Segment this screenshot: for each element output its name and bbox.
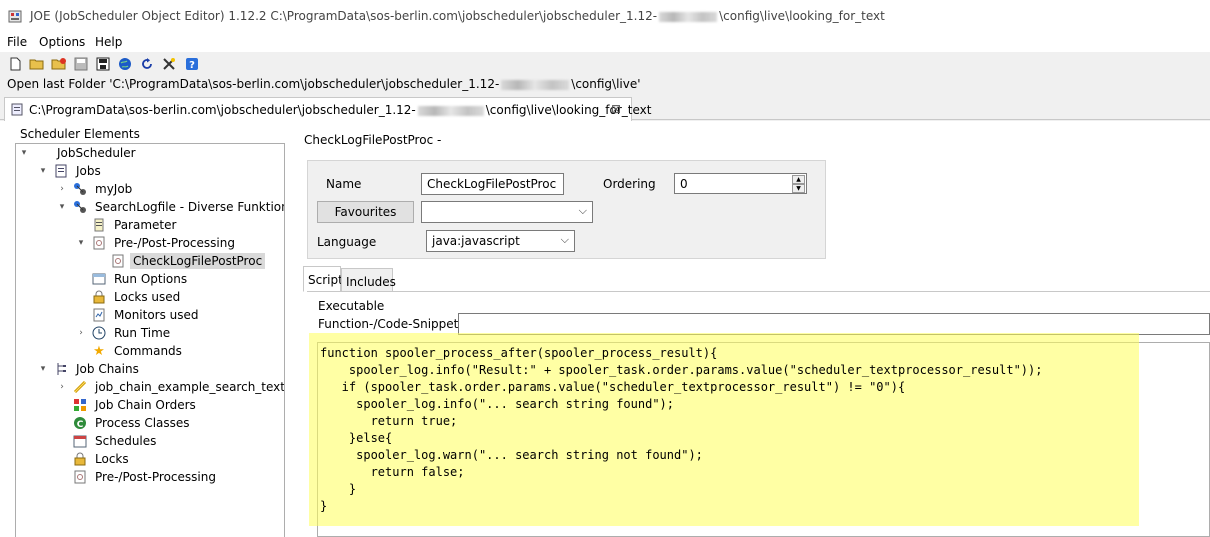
save-icon[interactable] bbox=[73, 56, 89, 72]
lock-icon bbox=[92, 290, 106, 304]
job-icon bbox=[73, 200, 87, 214]
chevron-down-icon: ⌵ bbox=[578, 204, 587, 217]
collapse-arrow-icon[interactable]: ▾ bbox=[57, 202, 67, 212]
executable-label: Executable bbox=[318, 299, 385, 313]
properties-group: Name CheckLogFilePostProc Ordering 0 ▲ ▼ … bbox=[307, 160, 826, 259]
monitor-icon bbox=[92, 308, 106, 322]
tree-node-job-chains[interactable]: ▾ Job Chains bbox=[38, 360, 142, 378]
editor-tab-label: C:\ProgramData\sos-berlin.com\jobschedul… bbox=[29, 103, 652, 117]
help-icon[interactable]: ? bbox=[184, 56, 200, 72]
snippets-field[interactable] bbox=[458, 313, 1210, 335]
tree-node-checklogfilepostproc[interactable]: CheckLogFilePostProc bbox=[95, 252, 266, 270]
orders-icon bbox=[73, 398, 87, 412]
panel-title: CheckLogFilePostProc - bbox=[304, 133, 442, 147]
tree-node-run-time[interactable]: › Run Time bbox=[76, 324, 173, 342]
panel-title: Scheduler Elements bbox=[20, 127, 140, 141]
menubar: File Options Help bbox=[0, 32, 1210, 52]
new-file-icon[interactable] bbox=[7, 56, 23, 72]
clock-icon bbox=[92, 326, 106, 340]
snippets-label: Function-/Code-Snippets bbox=[318, 317, 465, 331]
language-dropdown[interactable]: java:javascript ⌵ bbox=[426, 230, 575, 252]
tree-node-locks[interactable]: Locks bbox=[57, 450, 132, 468]
tab-script[interactable]: Script bbox=[303, 266, 343, 292]
favourites-dropdown[interactable]: ⌵ bbox=[421, 201, 593, 223]
reload-icon[interactable] bbox=[139, 56, 155, 72]
chain-link-icon bbox=[73, 380, 87, 394]
open-last-folder-link[interactable]: Open last Folder 'C:\ProgramData\sos-ber… bbox=[7, 77, 641, 91]
open-folder-icon[interactable] bbox=[29, 56, 45, 72]
tree-node-job-chain-orders[interactable]: Job Chain Orders bbox=[57, 396, 199, 414]
expand-arrow-icon[interactable]: › bbox=[57, 184, 67, 194]
script-icon bbox=[73, 470, 87, 484]
ordering-value: 0 bbox=[680, 177, 688, 191]
svg-text:C: C bbox=[77, 420, 84, 430]
tab-includes[interactable]: Includes bbox=[341, 268, 396, 292]
script-icon bbox=[111, 254, 125, 268]
editor-tabbar: C:\ProgramData\sos-berlin.com\jobschedul… bbox=[0, 96, 1210, 121]
close-tab-icon[interactable]: ⊠ bbox=[611, 102, 621, 116]
star-icon: ★ bbox=[93, 343, 105, 359]
ordering-spinner[interactable]: 0 ▲ ▼ bbox=[674, 173, 807, 194]
tree-node-jobs[interactable]: ▾ Jobs bbox=[38, 162, 104, 180]
menu-file[interactable]: File bbox=[7, 35, 27, 49]
svg-text:?: ? bbox=[189, 60, 195, 71]
scheduler-elements-tree[interactable]: ▾ JobScheduler ▾ Jobs › myJob ▾ SearchLo… bbox=[15, 143, 285, 537]
job-icon bbox=[73, 182, 87, 196]
tree-node-job-chain-example[interactable]: › job_chain_example_search_text bbox=[57, 378, 284, 396]
run-options-icon bbox=[92, 272, 106, 286]
open-remote-icon[interactable] bbox=[51, 56, 67, 72]
chevron-down-icon: ⌵ bbox=[560, 233, 569, 246]
tree-node-pre-post-processing-root[interactable]: Pre-/Post-Processing bbox=[57, 468, 219, 486]
redacted-text bbox=[417, 105, 484, 116]
collapse-arrow-icon[interactable]: ▾ bbox=[38, 166, 48, 176]
parameter-icon bbox=[92, 218, 106, 232]
calendar-icon bbox=[73, 434, 87, 448]
job-chains-icon bbox=[54, 362, 68, 376]
document-icon bbox=[11, 103, 23, 116]
collapse-arrow-icon[interactable]: ▾ bbox=[19, 148, 29, 158]
tree-node-run-options[interactable]: Run Options bbox=[76, 270, 190, 288]
ordering-label: Ordering bbox=[603, 177, 656, 191]
lock-icon bbox=[73, 452, 87, 466]
redacted-text bbox=[659, 11, 718, 22]
menu-help[interactable]: Help bbox=[95, 35, 122, 49]
collapse-arrow-icon[interactable]: ▾ bbox=[76, 238, 86, 248]
collapse-arrow-icon[interactable]: ▾ bbox=[38, 364, 48, 374]
jobs-icon bbox=[54, 164, 68, 178]
tools-icon[interactable] bbox=[161, 56, 177, 72]
globe-icon[interactable] bbox=[117, 56, 133, 72]
script-icon bbox=[92, 236, 106, 250]
menu-options[interactable]: Options bbox=[39, 35, 85, 49]
editor-tab[interactable]: C:\ProgramData\sos-berlin.com\jobschedul… bbox=[4, 97, 651, 121]
favourites-button[interactable]: Favourites bbox=[317, 201, 414, 223]
language-label: Language bbox=[317, 235, 377, 249]
tree-node-jobscheduler[interactable]: ▾ JobScheduler bbox=[19, 144, 139, 162]
tree-node-myjob[interactable]: › myJob bbox=[57, 180, 135, 198]
expand-arrow-icon[interactable]: › bbox=[57, 382, 67, 392]
process-class-icon: C bbox=[73, 416, 87, 430]
name-field[interactable]: CheckLogFilePostProc bbox=[421, 173, 564, 195]
save-as-icon[interactable] bbox=[95, 56, 111, 72]
tree-node-monitors-used[interactable]: Monitors used bbox=[76, 306, 202, 324]
name-label: Name bbox=[326, 177, 362, 191]
window-title: JOE (JobScheduler Object Editor) 1.12.2 … bbox=[30, 9, 885, 23]
spinner-arrows[interactable]: ▲ ▼ bbox=[792, 175, 805, 193]
redacted-text bbox=[501, 79, 570, 90]
window-titlebar: JOE (JobScheduler Object Editor) 1.12.2 … bbox=[0, 0, 1210, 32]
tree-node-process-classes[interactable]: C Process Classes bbox=[57, 414, 193, 432]
code-text[interactable]: function spooler_process_after(spooler_p… bbox=[320, 345, 1042, 515]
tree-node-schedules[interactable]: Schedules bbox=[57, 432, 159, 450]
scheduler-elements-panel: Scheduler Elements ▾ JobScheduler ▾ Jobs… bbox=[10, 126, 288, 537]
tree-node-searchlogfile[interactable]: ▾ SearchLogfile - Diverse Funktionen bbox=[57, 198, 284, 216]
app-icon bbox=[8, 10, 22, 23]
tree-node-pre-post-processing[interactable]: ▾ Pre-/Post-Processing bbox=[76, 234, 238, 252]
tree-node-locks-used[interactable]: Locks used bbox=[76, 288, 183, 306]
expand-arrow-icon[interactable]: › bbox=[76, 328, 86, 338]
tree-node-parameter[interactable]: Parameter bbox=[76, 216, 179, 234]
tree-node-commands[interactable]: ★ Commands bbox=[76, 342, 185, 360]
